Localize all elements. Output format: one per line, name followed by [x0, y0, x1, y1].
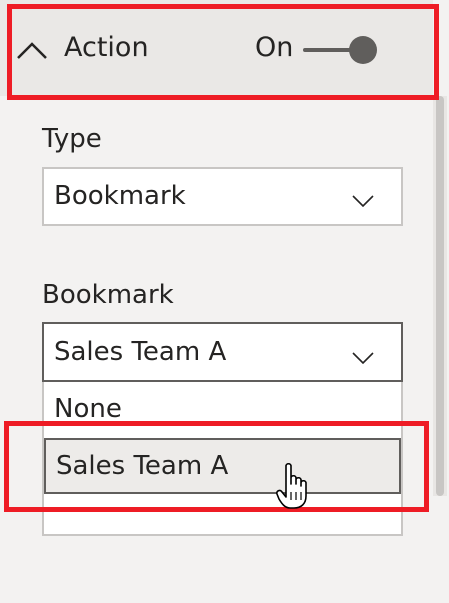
type-dropdown[interactable]: Bookmark [42, 167, 403, 226]
bookmark-selected-value: Sales Team A [54, 337, 227, 367]
bookmark-dropdown[interactable]: Sales Team A [42, 322, 403, 382]
type-label: Type [42, 124, 102, 154]
format-pane: Action On Type Bookmark Bookmark Sales T… [0, 0, 449, 603]
type-selected-value: Bookmark [54, 181, 186, 211]
highlight-box-option [4, 421, 429, 512]
scrollbar-thumb[interactable] [436, 96, 444, 496]
highlight-box-action [7, 4, 439, 100]
hand-pointer-icon [276, 462, 307, 509]
chevron-down-icon [352, 195, 374, 207]
chevron-down-icon [352, 352, 374, 364]
bookmark-label: Bookmark [42, 280, 174, 310]
